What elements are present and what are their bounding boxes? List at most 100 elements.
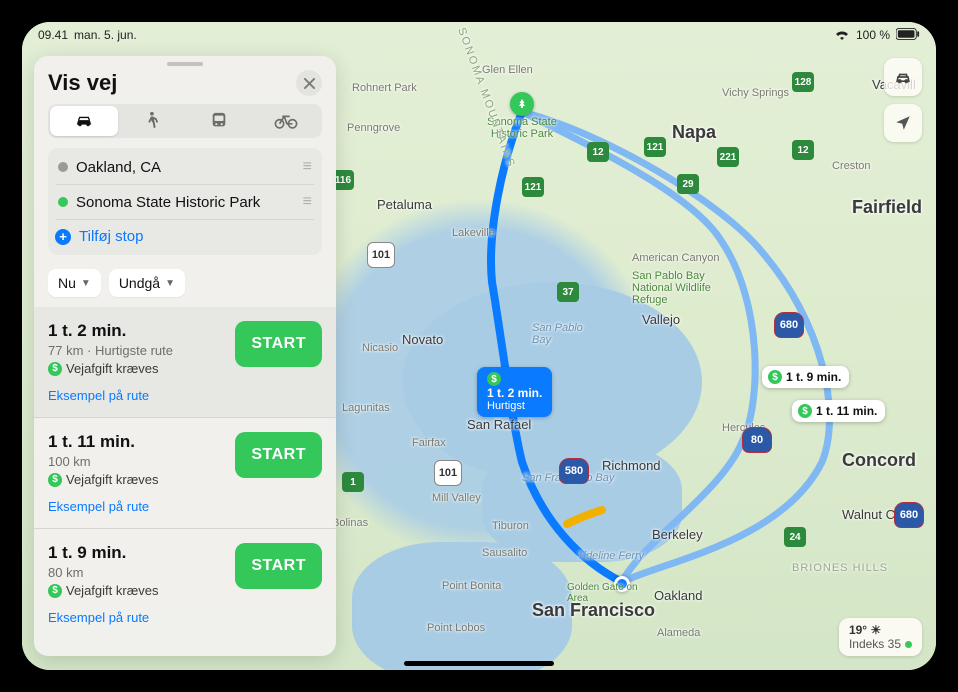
avoid-button[interactable]: Undgå ▼ [109, 269, 185, 297]
start-button[interactable]: START [235, 321, 322, 367]
shield-ca121: 121 [522, 177, 544, 197]
label-fairfield: Fairfield [852, 197, 922, 218]
plus-icon: + [55, 229, 71, 245]
label-fairfax: Fairfax [412, 437, 446, 449]
shield-us101-2: 101 [367, 242, 395, 268]
route-options: Nu ▼ Undgå ▼ [34, 261, 336, 307]
reorder-handle-icon[interactable]: ≡ [303, 193, 312, 211]
shield-i680-2: 680 [894, 502, 924, 528]
label-tiburon: Tiburon [492, 520, 529, 532]
stop-from-label: Oakland, CA [76, 159, 295, 176]
route-sub: 100 km [48, 454, 159, 469]
destination-dot-icon [58, 197, 68, 207]
label-concord: Concord [842, 450, 916, 471]
label-novato: Novato [402, 332, 443, 347]
add-stop-button[interactable]: + Tilføj stop [56, 219, 314, 253]
shield-ca29: 29 [677, 174, 699, 194]
route-badge-alt1[interactable]: $ 1 t. 9 min. [762, 366, 849, 388]
route-card-1[interactable]: 1 t. 2 min. 77 km · Hurtigste rute $Veja… [34, 307, 336, 417]
location-arrow-icon [894, 114, 912, 132]
destination-pin[interactable] [510, 92, 534, 116]
panel-grabber[interactable] [167, 62, 203, 66]
route-toll: Vejafgift kræves [66, 472, 159, 487]
status-bar: 09.41 man. 5. jun. 100 % [22, 22, 936, 46]
label-lagunitas: Lagunitas [342, 402, 390, 414]
label-pointlobos: Point Lobos [427, 622, 485, 634]
route-badge-primary[interactable]: $ 1 t. 2 min. Hurtigst [477, 367, 552, 417]
label-millvalley: Mill Valley [432, 492, 481, 504]
label-penngrove: Penngrove [347, 122, 400, 134]
start-button[interactable]: START [235, 543, 322, 589]
toll-icon: $ [48, 473, 62, 487]
home-indicator[interactable] [404, 661, 554, 666]
label-glenellen: Glen Ellen [482, 64, 533, 76]
route-preview-link[interactable]: Eksempel på rute [48, 610, 159, 625]
shield-ca24: 24 [784, 527, 806, 547]
locate-button[interactable] [884, 104, 922, 142]
label-sausalito: Sausalito [482, 547, 527, 559]
label-vallejo: Vallejo [642, 312, 680, 327]
route-card-3[interactable]: 1 t. 9 min. 80 km $Vejafgift kræves Ekse… [34, 528, 336, 639]
label-rohnertpark: Rohnert Park [352, 82, 417, 94]
badge-time: 1 t. 9 min. [786, 370, 841, 384]
depart-now-button[interactable]: Nu ▼ [48, 269, 101, 297]
badge-time: 1 t. 2 min. [487, 386, 542, 400]
transit-icon [210, 111, 228, 131]
shield-i80: 80 [742, 427, 772, 453]
label-creston: Creston [832, 160, 871, 172]
weather-index: Indeks 35 [849, 637, 912, 651]
route-preview-link[interactable]: Eksempel på rute [48, 499, 159, 514]
route-time: 1 t. 2 min. [48, 321, 173, 341]
route-list: 1 t. 2 min. 77 km · Hurtigste rute $Veja… [34, 307, 336, 656]
transport-mode-segment [48, 104, 322, 138]
mode-bike[interactable] [253, 106, 321, 136]
car-icon [73, 112, 95, 130]
label-pointbonita: Point Bonita [442, 580, 501, 592]
directions-panel: Vis vej [34, 56, 336, 656]
shield-ca221: 221 [717, 147, 739, 167]
label-richmond: Richmond [602, 458, 661, 473]
status-time: 09.41 [38, 28, 68, 42]
label-bolinas: Bolinas [332, 517, 368, 529]
stop-from[interactable]: Oakland, CA ≡ [56, 150, 314, 184]
route-time: 1 t. 9 min. [48, 543, 159, 563]
status-date: man. 5. jun. [74, 28, 137, 42]
label-oakland: Oakland [654, 588, 702, 603]
mode-car[interactable] [50, 106, 118, 136]
label-alameda: Alameda [657, 627, 700, 639]
chevron-down-icon: ▼ [81, 278, 91, 289]
label-sanrafael: San Rafael [467, 417, 531, 432]
label-napa-wildlife: San Pablo Bay National Wildlife Refuge [632, 270, 722, 306]
shield-i680: 680 [774, 312, 804, 338]
label-tidelineferry: Tideline Ferry [577, 550, 644, 562]
label-vichysprings: Vichy Springs [722, 87, 789, 99]
avoid-label: Undgå [119, 275, 160, 291]
toll-icon: $ [48, 584, 62, 598]
mode-walk[interactable] [118, 106, 186, 136]
shield-ca37: 37 [557, 282, 579, 302]
map-mode-button[interactable] [884, 58, 922, 96]
toll-icon: $ [798, 404, 812, 418]
toll-icon: $ [768, 370, 782, 384]
reorder-handle-icon[interactable]: ≡ [303, 158, 312, 176]
label-nicasio: Nicasio [362, 342, 398, 354]
add-stop-label: Tilføj stop [79, 228, 312, 245]
label-sanpablobay: San Pablo Bay [532, 322, 602, 346]
route-toll: Vejafgift kræves [66, 583, 159, 598]
route-preview-link[interactable]: Eksempel på rute [48, 388, 173, 403]
route-toll: Vejafgift kræves [66, 361, 159, 376]
bike-icon [274, 112, 298, 130]
mode-transit[interactable] [185, 106, 253, 136]
badge-tag: Hurtigst [487, 400, 525, 412]
screen: Sonoma State Historic Park $ 1 t. 2 min.… [22, 22, 936, 670]
shield-ca121-2: 121 [644, 137, 666, 157]
weather-chip[interactable]: 19° ☀ Indeks 35 [839, 618, 922, 656]
shield-i580: 580 [559, 458, 589, 484]
route-badge-alt2[interactable]: $ 1 t. 11 min. [792, 400, 885, 422]
stop-to[interactable]: Sonoma State Historic Park ≡ [56, 184, 314, 219]
label-petaluma: Petaluma [377, 197, 432, 212]
weather-temp: 19° [849, 623, 867, 637]
close-button[interactable] [296, 70, 322, 96]
start-button[interactable]: START [235, 432, 322, 478]
route-card-2[interactable]: 1 t. 11 min. 100 km $Vejafgift kræves Ek… [34, 417, 336, 528]
